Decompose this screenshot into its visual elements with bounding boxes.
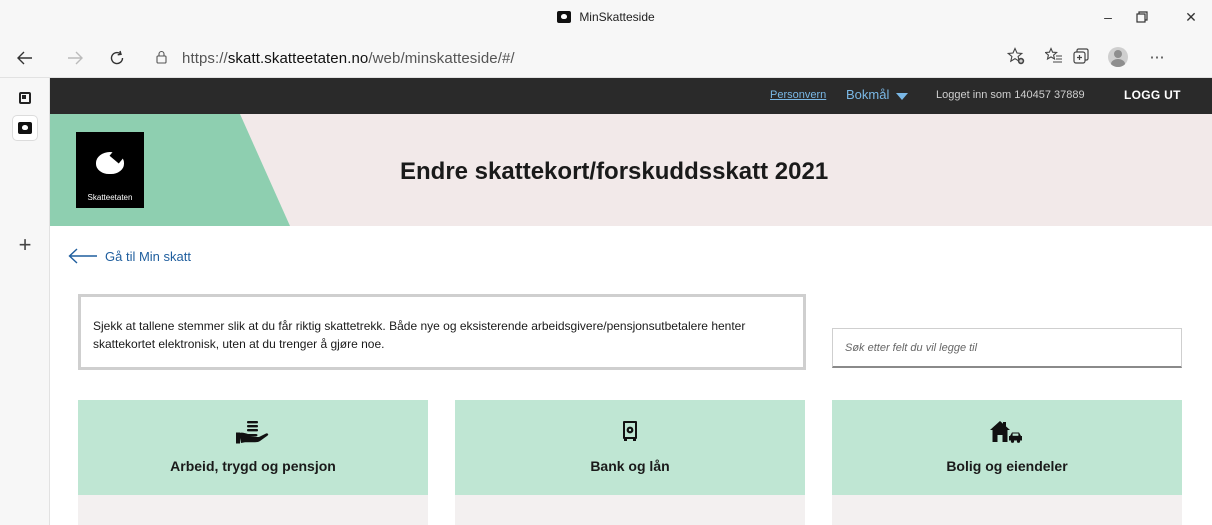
page-banner: Skatteetaten Endre skattekort/forskuddss… [50, 114, 1212, 226]
url-prefix: https:// [182, 50, 228, 67]
browser-title-bar: MinSkatteside – ✕ [0, 0, 1212, 38]
safe-icon [623, 421, 637, 441]
back-link-label: Gå til Min skatt [105, 249, 191, 264]
card-header[interactable]: Bolig og eiendeler [832, 400, 1182, 495]
forward-button[interactable] [62, 46, 88, 70]
collections-button[interactable] [1070, 47, 1092, 69]
new-tab-button[interactable]: + [13, 234, 37, 258]
url-text: https://skatt.skatteetaten.no/web/minska… [182, 50, 515, 67]
caret-down-icon[interactable] [896, 93, 908, 100]
favorites-button[interactable] [1043, 47, 1065, 69]
star-add-icon [1006, 47, 1025, 65]
category-card-bolig[interactable]: Bolig og eiendeler [832, 400, 1182, 525]
back-button[interactable] [12, 46, 38, 70]
address-bar[interactable]: https://skatt.skatteetaten.no/web/minska… [146, 43, 984, 73]
vertical-tabs-sidebar: + [0, 78, 50, 525]
restore-button[interactable] [1127, 6, 1157, 28]
minimize-button[interactable]: – [1093, 6, 1123, 28]
privacy-link[interactable]: Personvern [770, 89, 826, 101]
tab-minskatteside[interactable] [13, 116, 37, 140]
skatteetaten-tab-icon [18, 122, 32, 134]
page-title: Endre skattekort/forskuddsskatt 2021 [400, 158, 829, 185]
logout-button[interactable]: LOGG UT [1124, 88, 1181, 102]
tab-actions-icon [19, 92, 31, 104]
card-header[interactable]: Bank og lån [455, 400, 805, 495]
window-title: MinSkatteside [0, 10, 1212, 24]
page-content: Personvern Bokmål Logget inn som 140457 … [50, 78, 1212, 525]
info-box: Sjekk at tallene stemmer slik at du får … [78, 294, 806, 370]
house-and-car-icon [990, 421, 1022, 443]
window-title-text: MinSkatteside [579, 10, 655, 24]
more-menu-button[interactable]: ⋯ [1146, 47, 1168, 69]
skatteetaten-logo[interactable]: Skatteetaten [76, 132, 144, 208]
logged-in-as-text: Logget inn som 140457 37889 [936, 89, 1085, 101]
url-host: skatt.skatteetaten.no [227, 50, 369, 67]
refresh-button[interactable] [104, 46, 130, 70]
profile-avatar[interactable] [1108, 47, 1128, 67]
tab-actions-button[interactable] [13, 86, 37, 110]
refresh-icon [110, 50, 124, 65]
logo-text: Skatteetaten [87, 193, 133, 202]
card-label: Bank og lån [590, 458, 670, 474]
arrow-right-icon [68, 51, 83, 65]
browser-toolbar: https://skatt.skatteetaten.no/web/minska… [0, 38, 1212, 78]
site-top-bar: Personvern Bokmål Logget inn som 140457 … [50, 78, 1212, 114]
collections-icon [1073, 48, 1089, 64]
category-card-arbeid[interactable]: Arbeid, trygd og pensjon [78, 400, 428, 525]
info-text: Sjekk at tallene stemmer slik at du får … [93, 319, 746, 351]
field-search-input[interactable] [833, 329, 1181, 366]
card-label: Bolig og eiendeler [946, 458, 1068, 474]
url-path: /web/minskatteside/#/ [368, 50, 515, 67]
field-search[interactable] [832, 328, 1182, 368]
arrow-left-icon [17, 51, 32, 65]
card-label: Arbeid, trygd og pensjon [170, 458, 336, 474]
close-window-button[interactable]: ✕ [1176, 6, 1206, 28]
language-selector[interactable]: Bokmål [846, 87, 889, 102]
arrow-left-icon [68, 248, 97, 264]
restore-icon [1136, 11, 1148, 23]
category-card-bank[interactable]: Bank og lån [455, 400, 805, 525]
favorites-list-icon [1044, 47, 1062, 63]
skatteetaten-favicon-icon [557, 11, 572, 23]
card-header[interactable]: Arbeid, trygd og pensjon [78, 400, 428, 495]
hand-with-coins-icon [236, 421, 269, 444]
lock-icon [156, 50, 167, 64]
add-favorite-button[interactable] [1005, 47, 1027, 69]
